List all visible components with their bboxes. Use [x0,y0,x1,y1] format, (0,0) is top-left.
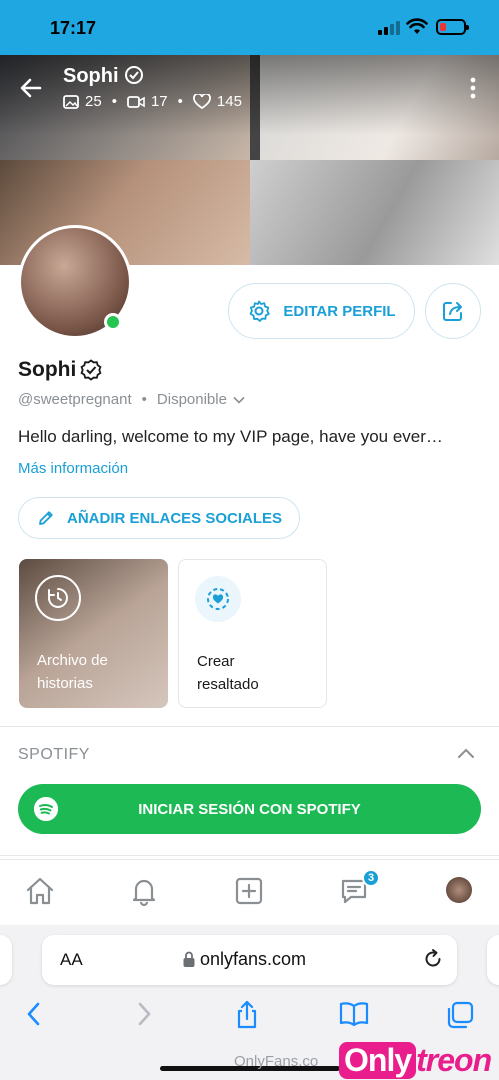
likes-count: 145 [216,93,242,110]
profile-avatar-tab[interactable] [446,877,472,903]
address-bar[interactable]: AA onlyfans.com [42,935,457,985]
status-bar: 17:17 [0,0,499,55]
add-post-icon[interactable] [233,875,265,907]
profile-bio: Hello darling, welcome to my VIP page, h… [18,427,443,446]
bookmarks-icon[interactable] [338,1000,370,1028]
battery-icon [436,19,469,35]
video-icon [127,95,145,108]
reload-icon[interactable] [422,948,444,970]
watermark-logo-part1: Only [339,1042,417,1079]
watermark-text: OnlyFans.co [234,1053,319,1070]
verified-icon [80,359,102,381]
pencil-icon [39,511,53,525]
story-archive-label-line1: Archivo de [37,652,108,669]
spotify-icon [34,797,58,821]
availability-dropdown[interactable]: Disponible [157,391,245,408]
more-info-link[interactable]: Más información [18,460,128,477]
divider [0,726,499,727]
more-options-icon[interactable] [470,77,476,99]
story-archive-card[interactable]: Archivo de historias [19,559,168,708]
history-icon [35,575,81,621]
create-highlight-label-line2: resaltado [197,676,259,693]
watermark-logo-part2: treon [416,1042,492,1078]
share-icon [443,302,462,321]
create-highlight-label-line1: Crear [197,653,235,670]
spotify-section-title: SPOTIFY [18,746,90,763]
availability-label: Disponible [156,391,227,408]
videos-count: 17 [150,93,168,110]
header-name: Sophi [63,65,144,88]
add-social-links-label: AÑADIR ENLACES SOCIALES [67,509,283,527]
edit-profile-button[interactable]: EDITAR PERFIL [228,283,415,339]
next-tab-preview[interactable] [487,935,499,985]
status-time: 17:17 [50,18,97,38]
verified-icon [125,66,144,84]
lock-icon [183,951,195,967]
url-text: onlyfans.com [200,949,307,969]
previous-tab-preview[interactable] [0,935,12,985]
heart-icon [193,93,211,109]
spotify-login-button[interactable]: INICIAR SESIÓN CON SPOTIFY [18,784,481,834]
profile-name: Sophi [18,358,102,382]
share-sheet-icon[interactable] [233,1000,261,1030]
cover-image [250,160,499,265]
edit-profile-label: EDITAR PERFIL [283,302,396,320]
spotify-login-label: INICIAR SESIÓN CON SPOTIFY [138,800,361,818]
tabs-icon[interactable] [445,1000,475,1030]
highlight-heart-icon [195,576,241,622]
share-button[interactable] [425,283,481,339]
profile-handle-row: @sweetpregnant • Disponible [18,391,245,408]
photo-icon [63,94,79,109]
gear-icon [250,300,271,322]
wifi-icon [406,18,428,34]
media-counts: 25 • 17 • 145 [63,93,242,110]
create-highlight-card[interactable]: Crear resaltado [178,559,327,708]
app-tab-bar [0,859,499,925]
photos-count: 25 [85,93,102,110]
browser-forward-icon[interactable] [134,1000,154,1028]
home-icon[interactable] [24,875,56,907]
back-arrow-icon[interactable] [18,75,44,101]
chevron-up-icon[interactable] [456,744,476,764]
profile-handle: @sweetpregnant [18,391,132,408]
divider [0,855,499,856]
bell-icon[interactable] [128,875,160,907]
watermark-logo: Only treon [339,1042,492,1079]
online-status-dot [104,313,122,331]
cellular-signal-icon [378,21,400,35]
text-size-button[interactable]: AA [60,950,83,970]
messages-badge: 3 [362,869,380,887]
chevron-down-icon [233,396,245,404]
header-name-text: Sophi [63,65,119,87]
add-social-links-button[interactable]: AÑADIR ENLACES SOCIALES [18,497,300,539]
browser-back-icon[interactable] [24,1000,44,1028]
story-archive-label-line2: historias [37,675,93,692]
profile-name-text: Sophi [18,358,77,381]
